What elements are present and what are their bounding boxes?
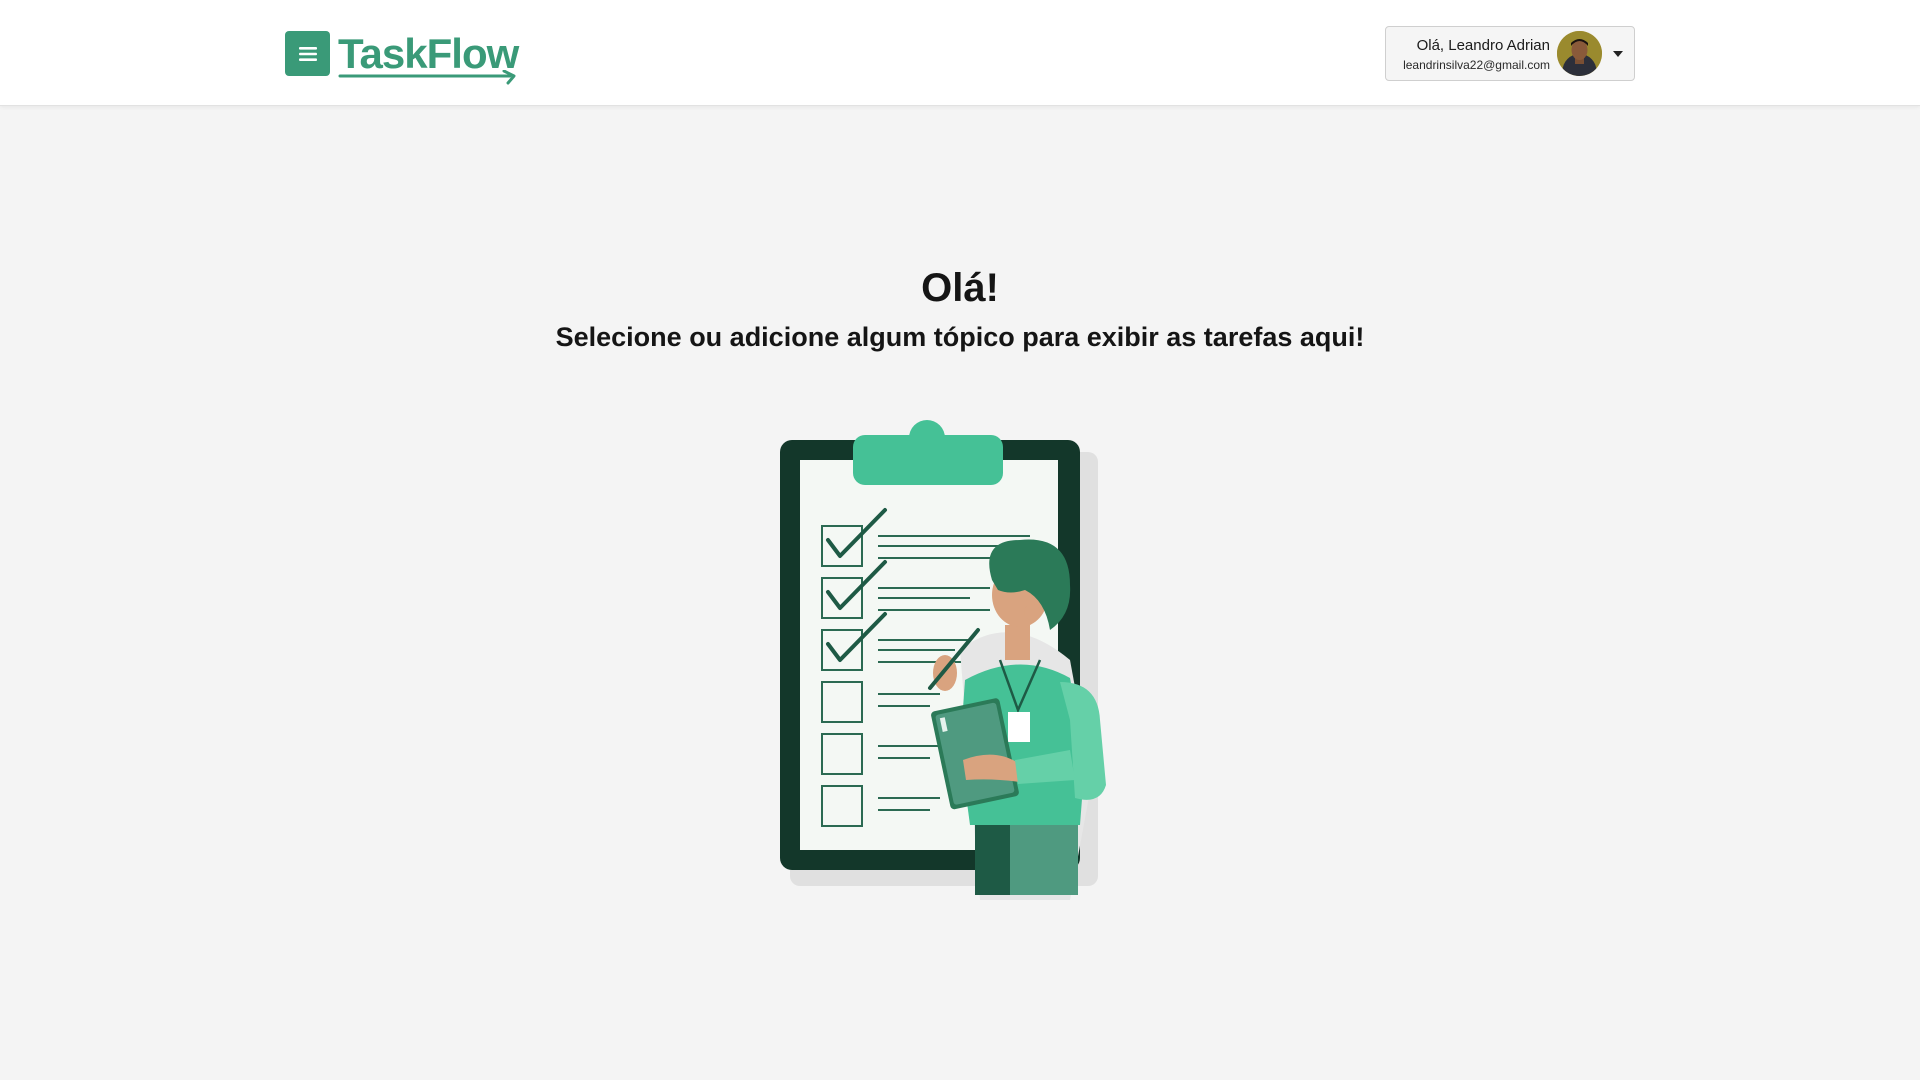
taskflow-logo[interactable]: TaskFlow — [338, 26, 519, 85]
logo-underline-arrow-icon — [338, 70, 516, 85]
avatar[interactable] — [1557, 31, 1602, 76]
page-title: Olá! — [921, 266, 999, 310]
menu-toggle-button[interactable] — [285, 31, 330, 76]
user-greeting: Olá, Leandro Adrian — [1416, 37, 1550, 54]
hamburger-menu-icon — [298, 46, 317, 61]
user-menu[interactable]: Olá, Leandro Adrian leandrinsilva22@gmai… — [1385, 26, 1635, 81]
person-with-checklist-illustration — [780, 420, 1106, 900]
page-subtitle: Selecione ou adicione algum tópico para … — [555, 322, 1365, 352]
user-email: leandrinsilva22@gmail.com — [1403, 58, 1550, 72]
caret-down-icon[interactable] — [1613, 51, 1623, 57]
top-navbar: TaskFlow Olá, Leandro Adrian leandrinsil… — [0, 0, 1920, 106]
